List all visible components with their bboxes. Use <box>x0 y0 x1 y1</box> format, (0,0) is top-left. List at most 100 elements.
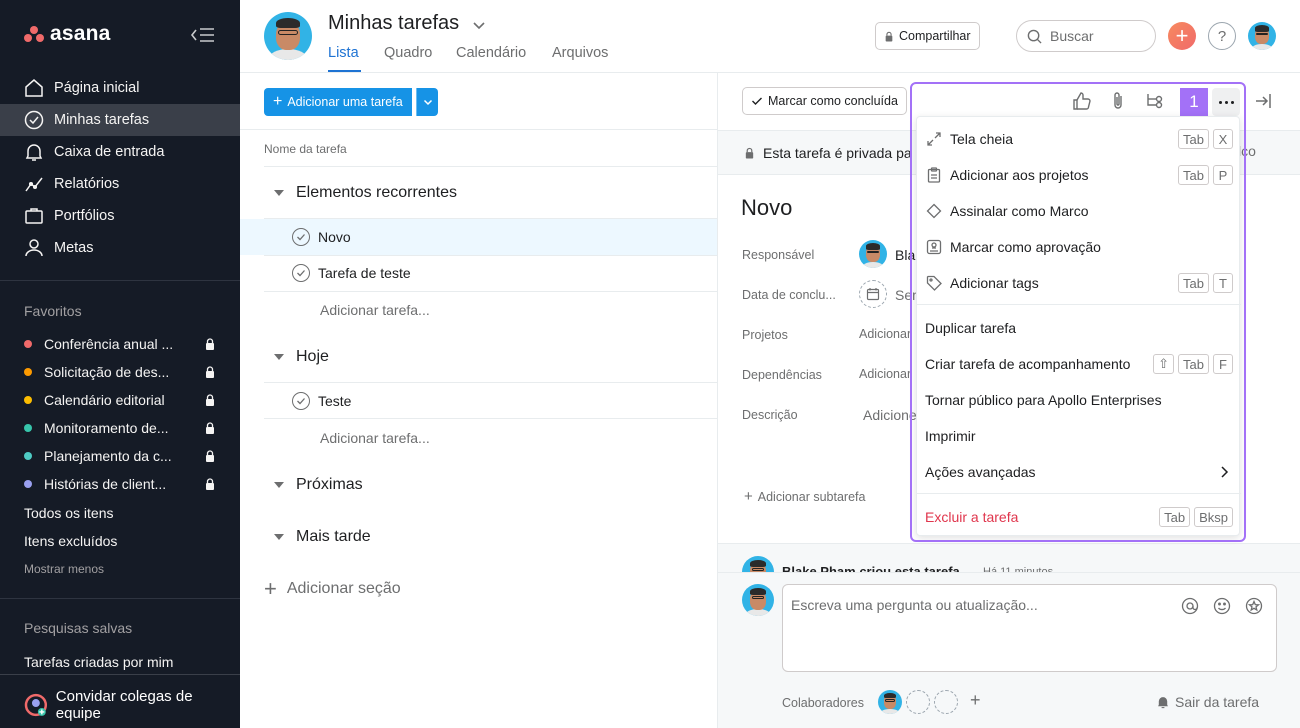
calendar-icon <box>866 288 880 301</box>
lock-icon <box>206 450 214 462</box>
close-pane-icon[interactable] <box>1254 92 1272 110</box>
menu-item-advanced-actions[interactable]: Ações avançadas <box>917 454 1241 490</box>
more-actions-button[interactable] <box>1212 88 1240 116</box>
private-notice-text: Esta tarefa é privada pa <box>763 144 912 161</box>
nav-reports[interactable]: Relatórios <box>0 168 240 200</box>
complete-checkbox[interactable] <box>292 228 310 246</box>
share-button[interactable]: Compartilhar <box>875 22 980 50</box>
show-less-link[interactable]: Mostrar menos <box>24 562 104 576</box>
deleted-items-link[interactable]: Itens excluídos <box>24 533 117 549</box>
tab-calendar[interactable]: Calendário <box>456 45 526 61</box>
menu-item-milestone[interactable]: Assinalar como Marco <box>917 193 1241 229</box>
asana-logo[interactable]: asana <box>24 22 111 46</box>
complete-checkbox[interactable] <box>292 392 310 410</box>
add-section-label: Adicionar seção <box>286 580 401 597</box>
menu-item-label: Criar tarefa de acompanhamento <box>925 356 1131 372</box>
field-label-description: Descrição <box>742 408 798 422</box>
subtask-icon[interactable] <box>1144 91 1164 111</box>
tab-board[interactable]: Quadro <box>384 45 432 61</box>
projects-value[interactable]: Adicionar <box>859 327 911 341</box>
menu-divider <box>917 304 1241 305</box>
task-row[interactable]: Tarefa de teste <box>264 255 717 291</box>
task-row[interactable]: Teste <box>264 383 717 419</box>
attachment-icon[interactable] <box>1108 91 1128 111</box>
assignee-avatar[interactable] <box>859 240 887 268</box>
add-task-inline[interactable]: Adicionar tarefa... <box>320 430 430 446</box>
favorite-item[interactable]: Conferência anual ... <box>24 330 216 358</box>
section-header[interactable]: Mais tarde <box>274 528 371 546</box>
chevron-down-icon[interactable] <box>472 18 486 32</box>
saved-search-item[interactable]: Tarefas criadas por mim <box>24 654 173 670</box>
add-collaborator-placeholder[interactable] <box>906 690 930 714</box>
add-task-inline[interactable]: Adicionar tarefa... <box>320 302 430 318</box>
menu-item-duplicate[interactable]: Duplicar tarefa <box>917 310 1241 346</box>
caret-down-icon[interactable] <box>274 482 284 488</box>
emoji-icon[interactable] <box>1213 597 1231 615</box>
collaborator-avatar[interactable] <box>878 690 902 714</box>
menu-item-approval[interactable]: Marcar como aprovação <box>917 229 1241 265</box>
menu-item-fullscreen[interactable]: Tela cheia Tab X <box>917 121 1241 157</box>
nav-portfolios[interactable]: Portfólios <box>0 200 240 232</box>
add-section-button[interactable]: + Adicionar seção <box>264 578 401 600</box>
favorites-heading[interactable]: Favoritos <box>24 303 82 319</box>
section-header[interactable]: Elementos recorrentes <box>274 184 457 202</box>
menu-item-add-tags[interactable]: Adicionar tags Tab T <box>917 265 1241 301</box>
tab-list[interactable]: Lista <box>328 45 359 61</box>
due-date-picker[interactable] <box>859 280 887 308</box>
mention-icon[interactable] <box>1181 597 1199 615</box>
add-collaborator-placeholder[interactable] <box>934 690 958 714</box>
favorite-item[interactable]: Monitoramento de... <box>24 414 216 442</box>
add-task-button[interactable]: + Adicionar uma tarefa <box>264 88 412 116</box>
menu-item-make-public[interactable]: Tornar público para Apollo Enterprises <box>917 382 1241 418</box>
asana-logo-icon <box>24 26 44 42</box>
lock-icon <box>745 147 754 158</box>
favorite-item[interactable]: Planejamento da c... <box>24 442 216 470</box>
task-title[interactable]: Novo <box>741 195 792 221</box>
menu-item-print[interactable]: Imprimir <box>917 418 1241 454</box>
column-header-task-name[interactable]: Nome da tarefa <box>264 142 347 156</box>
complete-checkbox[interactable] <box>292 264 310 282</box>
like-icon[interactable] <box>1072 91 1092 111</box>
collapse-sidebar-icon[interactable] <box>190 26 216 44</box>
caret-down-icon[interactable] <box>274 190 284 196</box>
add-subtask-button[interactable]: + Adicionar subtarefa <box>744 489 865 504</box>
favorite-item[interactable]: Calendário editorial <box>24 386 216 414</box>
dependencies-value[interactable]: Adicionar <box>859 367 911 381</box>
expand-icon <box>927 132 941 146</box>
add-task-dropdown[interactable] <box>416 88 438 116</box>
menu-item-add-to-projects[interactable]: Adicionar aos projetos Tab P <box>917 157 1241 193</box>
favorite-item[interactable]: Histórias de client... <box>24 470 216 498</box>
plus-icon: + <box>273 93 283 110</box>
section-header[interactable]: Hoje <box>274 348 329 366</box>
nav-inbox[interactable]: Caixa de entrada <box>0 136 240 168</box>
section-header[interactable]: Próximas <box>274 476 363 494</box>
help-button[interactable]: ? <box>1208 22 1236 50</box>
caret-down-icon[interactable] <box>274 534 284 540</box>
mark-complete-button[interactable]: Marcar como concluída <box>742 87 907 115</box>
shortcut-key: Tab <box>1159 507 1191 527</box>
search-input[interactable]: Buscar <box>1016 20 1156 52</box>
task-row[interactable]: Novo <box>240 219 717 255</box>
menu-item-delete-task[interactable]: Excluir a tarefa Tab Bksp <box>917 499 1241 535</box>
tab-files[interactable]: Arquivos <box>552 45 608 61</box>
menu-item-follow-up[interactable]: Criar tarefa de acompanhamento ⇧ Tab F <box>917 346 1241 382</box>
nav-goals[interactable]: Metas <box>0 232 240 264</box>
all-items-link[interactable]: Todos os itens <box>24 505 114 521</box>
menu-item-label: Assinalar como Marco <box>950 203 1089 219</box>
person-icon <box>25 239 43 257</box>
star-icon[interactable] <box>1245 597 1263 615</box>
description-input[interactable]: Adicione <box>863 407 917 423</box>
caret-down-icon[interactable] <box>274 354 284 360</box>
quick-add-button[interactable]: + <box>1168 22 1196 50</box>
user-avatar[interactable] <box>264 12 312 60</box>
profile-avatar[interactable] <box>1248 22 1276 50</box>
nav-home[interactable]: Página inicial <box>0 72 240 104</box>
add-collaborator-icon[interactable]: + <box>970 690 981 711</box>
comment-input[interactable]: Escreva uma pergunta ou atualização... <box>782 584 1277 672</box>
lock-icon <box>206 422 214 434</box>
invite-teammates-button[interactable]: Convidar colegas de equipe <box>24 688 240 722</box>
saved-searches-heading[interactable]: Pesquisas salvas <box>24 620 132 636</box>
leave-task-button[interactable]: Sair da tarefa <box>1156 694 1259 710</box>
nav-my-tasks[interactable]: Minhas tarefas <box>0 104 240 136</box>
favorite-item[interactable]: Solicitação de des... <box>24 358 216 386</box>
